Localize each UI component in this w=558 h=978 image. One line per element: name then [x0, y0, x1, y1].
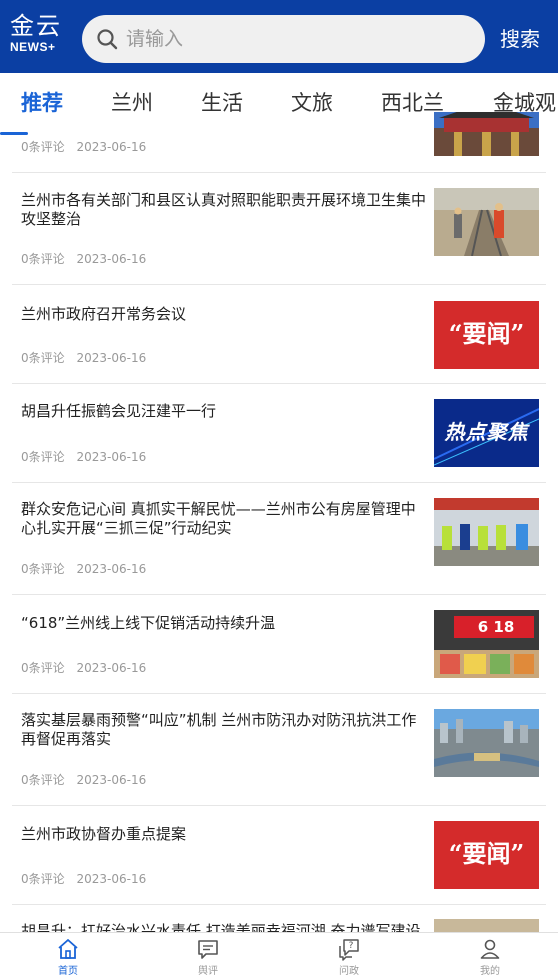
user-icon: [480, 939, 500, 959]
volunteers-thumbnail: [434, 498, 539, 566]
item-title: 胡昌升：扛好治水兴水责任 打造美丽幸福河湖 奋力谱写建设: [21, 922, 421, 932]
comment-count: 0条评论: [21, 450, 65, 464]
list-item[interactable]: 0条评论 2023-06-16: [12, 112, 546, 173]
search-button[interactable]: 搜索: [500, 25, 540, 53]
logo-chinese: 金云: [10, 12, 62, 40]
comment-count: 0条评论: [21, 562, 65, 576]
list-item[interactable]: 兰州市各有关部门和县区认真对照职能职责开展环境卫生集中攻坚整治 0条评论 202…: [12, 173, 546, 285]
tab-inquiry[interactable]: ? 问政: [319, 937, 379, 978]
news-label-text: “要闻”: [448, 319, 525, 348]
publish-date: 2023-06-16: [76, 351, 147, 365]
logo-english: NEWS+: [10, 40, 56, 54]
item-meta: 0条评论 2023-06-16: [21, 251, 154, 267]
tab-inquiry-label: 问政: [339, 966, 359, 977]
item-title: 群众安危记心间 真抓实干解民忧——兰州市公有房屋管理中心扎实开展“三抓三促”行动…: [21, 500, 416, 537]
tab-home-label: 首页: [58, 966, 78, 977]
list-item[interactable]: 兰州市政协督办重点提案 0条评论 2023-06-16 “要闻”: [12, 806, 546, 905]
city-aerial-thumbnail: [434, 709, 539, 777]
item-title: 兰州市政协督办重点提案: [21, 825, 187, 843]
item-meta: 0条评论 2023-06-16: [21, 139, 154, 155]
sale-banner-text: 6 18: [477, 618, 515, 636]
item-meta: 0条评论 2023-06-16: [21, 772, 154, 788]
item-title: 兰州市各有关部门和县区认真对照职能职责开展环境卫生集中攻坚整治: [21, 191, 427, 228]
tab-home[interactable]: 首页: [38, 937, 98, 978]
news-feed[interactable]: 0条评论 2023-06-16 兰州市各有关部门和县区认真对照职能职责开展环境卫…: [0, 112, 558, 932]
hot-focus-thumbnail: 热点聚焦: [434, 399, 539, 467]
search-placeholder: 请输入: [126, 28, 184, 50]
publish-date: 2023-06-16: [76, 140, 147, 154]
news-label-thumbnail: “要闻”: [434, 821, 539, 889]
item-title: 兰州市政府召开常务会议: [21, 305, 187, 323]
list-item[interactable]: 胡昌升任振鹤会见汪建平一行 0条评论 2023-06-16 热点聚焦: [12, 384, 546, 483]
comment-count: 0条评论: [21, 252, 65, 266]
question-icon: ?: [339, 939, 359, 961]
search-icon: [97, 29, 118, 50]
tab-review[interactable]: 舆评: [178, 937, 238, 978]
supermarket-thumbnail: 6 18: [434, 610, 539, 678]
comment-count: 0条评论: [21, 872, 65, 886]
comment-count: 0条评论: [21, 351, 65, 365]
item-meta: 0条评论 2023-06-16: [21, 449, 154, 465]
tab-profile-label: 我的: [480, 966, 500, 977]
item-meta: 0条评论 2023-06-16: [21, 660, 154, 676]
temple-thumbnail: [434, 112, 539, 156]
railway-thumbnail: [434, 188, 539, 256]
app-logo: 金云 NEWS+: [10, 12, 70, 56]
item-meta: 0条评论 2023-06-16: [21, 350, 154, 366]
comment-count: 0条评论: [21, 773, 65, 787]
list-item[interactable]: 胡昌升：扛好治水兴水责任 打造美丽幸福河湖 奋力谱写建设: [12, 905, 546, 932]
publish-date: 2023-06-16: [76, 872, 147, 886]
publish-date: 2023-06-16: [76, 562, 147, 576]
home-icon: [58, 939, 78, 959]
list-item[interactable]: 群众安危记心间 真抓实干解民忧——兰州市公有房屋管理中心扎实开展“三抓三促”行动…: [12, 483, 546, 595]
news-label-thumbnail: “要闻”: [434, 301, 539, 369]
publish-date: 2023-06-16: [76, 773, 147, 787]
tab-profile[interactable]: 我的: [460, 937, 520, 978]
search-input[interactable]: 请输入: [82, 15, 485, 63]
comment-count: 0条评论: [21, 661, 65, 675]
publish-date: 2023-06-16: [76, 661, 147, 675]
bottom-tab-bar: 首页 舆评 ? 问政 我的: [0, 932, 558, 978]
news-label-text: “要闻”: [448, 839, 525, 868]
hot-focus-text: 热点聚焦: [444, 420, 529, 444]
publish-date: 2023-06-16: [76, 450, 147, 464]
list-item[interactable]: “618”兰州线上线下促销活动持续升温 0条评论 2023-06-16 6 18: [12, 595, 546, 694]
item-title: 胡昌升任振鹤会见汪建平一行: [21, 402, 217, 420]
publish-date: 2023-06-16: [76, 252, 147, 266]
item-meta: 0条评论 2023-06-16: [21, 561, 154, 577]
comment-count: 0条评论: [21, 140, 65, 154]
tab-review-label: 舆评: [198, 966, 218, 977]
app-header: 金云 NEWS+ 请输入 搜索: [0, 0, 558, 73]
list-item[interactable]: 兰州市政府召开常务会议 0条评论 2023-06-16 “要闻”: [12, 285, 546, 384]
item-title: “618”兰州线上线下促销活动持续升温: [21, 614, 276, 632]
partial-thumbnail: [434, 919, 539, 932]
item-title: 落实基层暴雨预警“叫应”机制 兰州市防汛办对防汛抗洪工作再督促再落实: [21, 711, 417, 748]
svg-text:?: ?: [349, 941, 354, 951]
active-tab-indicator: [0, 132, 28, 135]
comment-icon: [198, 940, 218, 959]
item-meta: 0条评论 2023-06-16: [21, 871, 154, 887]
list-item[interactable]: 落实基层暴雨预警“叫应”机制 兰州市防汛办对防汛抗洪工作再督促再落实 0条评论 …: [12, 694, 546, 806]
